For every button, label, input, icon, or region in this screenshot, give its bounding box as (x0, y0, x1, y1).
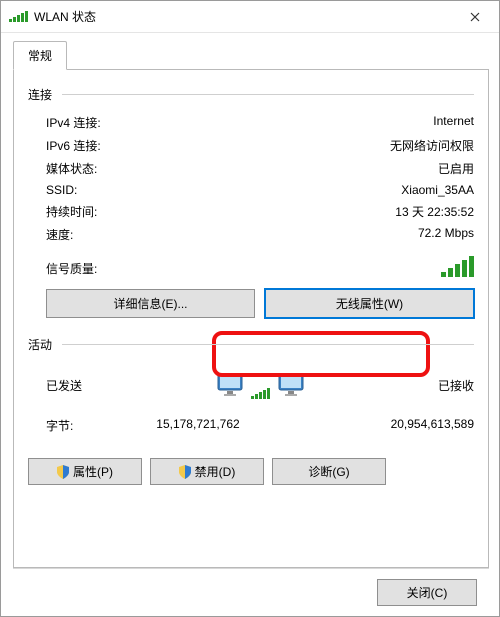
close-icon (470, 12, 480, 22)
duration-label: 持续时间: (46, 203, 97, 220)
ipv4-value: Internet (433, 114, 474, 131)
activity-group-label: 活动 (28, 336, 474, 353)
signal-quality-label: 信号质量: (46, 260, 97, 277)
bytes-recv-value: 20,954,613,589 (290, 417, 474, 434)
duration-value: 13 天 22:35:52 (395, 203, 474, 220)
bytes-sent-value: 15,178,721,762 (106, 417, 290, 434)
monitor-recv-icon (272, 371, 306, 399)
ipv6-value: 无网络访问权限 (390, 137, 474, 154)
properties-button[interactable]: 属性(P) (28, 458, 142, 485)
titlebar: WLAN 状态 (1, 1, 499, 33)
wlan-status-window: WLAN 状态 常规 连接 IPv4 连接: Internet IPv6 连接: 无… (0, 0, 500, 617)
ssid-value: Xiaomi_35AA (401, 183, 474, 197)
tabs: 常规 (13, 41, 489, 70)
speed-value: 72.2 Mbps (418, 226, 474, 243)
wifi-signal-icon (9, 11, 28, 22)
details-button[interactable]: 详细信息(E)... (46, 289, 255, 318)
ssid-label: SSID: (46, 183, 77, 197)
media-state-label: 媒体状态: (46, 160, 97, 177)
ipv4-label: IPv4 连接: (46, 114, 101, 131)
media-state-value: 已启用 (438, 160, 474, 177)
diagnose-button[interactable]: 诊断(G) (272, 458, 386, 485)
tab-general[interactable]: 常规 (13, 41, 67, 70)
sent-label: 已发送 (46, 377, 186, 394)
window-title: WLAN 状态 (34, 8, 96, 25)
connection-group-label: 连接 (28, 86, 474, 103)
monitor-sent-icon (215, 371, 249, 399)
close-window-button[interactable] (455, 3, 495, 31)
activity-icon (215, 371, 306, 399)
wireless-properties-button[interactable]: 无线属性(W) (265, 289, 474, 318)
signal-quality-icon (441, 256, 474, 277)
shield-icon (179, 465, 191, 479)
shield-icon (57, 465, 69, 479)
close-button[interactable]: 关闭(C) (377, 579, 477, 606)
bytes-label: 字节: (46, 417, 106, 434)
ipv6-label: IPv6 连接: (46, 137, 101, 154)
received-label: 已接收 (334, 377, 474, 394)
disable-button[interactable]: 禁用(D) (150, 458, 264, 485)
dialog-footer: 关闭(C) (13, 568, 489, 616)
speed-label: 速度: (46, 226, 73, 243)
activity-signal-icon (251, 388, 270, 399)
tab-panel-general: 连接 IPv4 连接: Internet IPv6 连接: 无网络访问权限 媒体状态… (13, 70, 489, 568)
